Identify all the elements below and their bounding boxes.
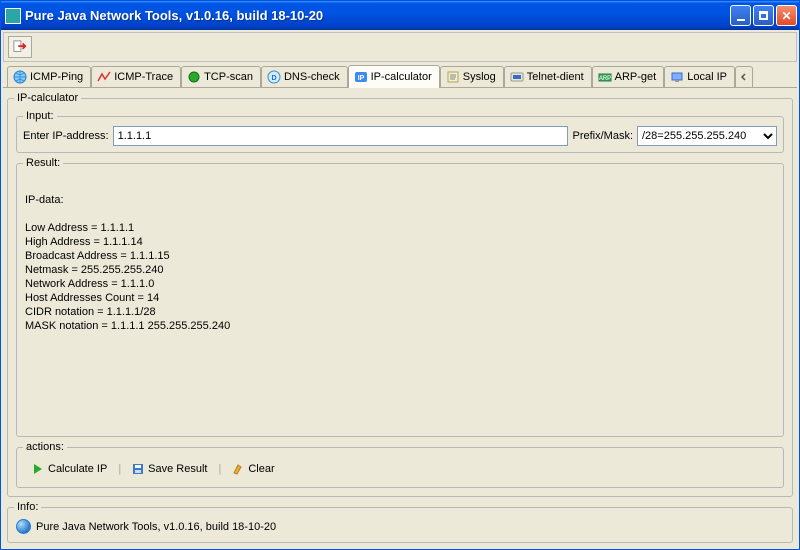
- app-icon: [5, 8, 21, 24]
- tab-label: ARP-get: [615, 71, 657, 83]
- exit-button[interactable]: [8, 36, 32, 58]
- tab-arp-get[interactable]: ARP ARP-get: [592, 66, 665, 87]
- tab-icmp-trace[interactable]: ICMP-Trace: [91, 66, 181, 87]
- panel-legend: IP-calculator: [14, 92, 81, 104]
- input-group: Input: Enter IP-address: Prefix/Mask: /2…: [16, 110, 784, 153]
- info-group: Info: Pure Java Network Tools, v1.0.16, …: [7, 501, 793, 543]
- info-legend: Info:: [14, 501, 41, 513]
- play-icon: [32, 463, 44, 475]
- tab-bar: ICMP-Ping ICMP-Trace TCP-scan D DNS-chec…: [3, 64, 797, 88]
- green-dot-icon: [187, 70, 201, 84]
- clear-icon: [232, 463, 244, 475]
- ip-address-input[interactable]: [113, 126, 569, 146]
- save-label: Save Result: [148, 463, 207, 475]
- mask-label: Prefix/Mask:: [572, 130, 633, 142]
- tab-local-ip[interactable]: Local IP: [664, 66, 735, 87]
- maximize-button[interactable]: [753, 5, 774, 26]
- globe-icon: [13, 70, 27, 84]
- toolbar: [3, 32, 797, 62]
- tab-label: Telnet-dient: [527, 71, 584, 83]
- close-button[interactable]: ✕: [776, 5, 797, 26]
- separator: |: [118, 463, 121, 475]
- separator: |: [218, 463, 221, 475]
- tab-overflow-button[interactable]: [735, 66, 753, 87]
- panel-area: IP-calculator Input: Enter IP-address: P…: [3, 88, 797, 547]
- window-title: Pure Java Network Tools, v1.0.16, build …: [25, 8, 730, 23]
- tab-label: Syslog: [463, 71, 496, 83]
- titlebar: Pure Java Network Tools, v1.0.16, build …: [1, 1, 799, 30]
- clear-button[interactable]: Clear: [225, 459, 281, 479]
- tab-ip-calculator[interactable]: IP IP-calculator: [348, 65, 440, 88]
- save-result-button[interactable]: Save Result: [125, 459, 214, 479]
- prefix-mask-select[interactable]: /28=255.255.255.240: [637, 126, 777, 146]
- tab-tcp-scan[interactable]: TCP-scan: [181, 66, 261, 87]
- tab-label: ICMP-Ping: [30, 71, 83, 83]
- tab-label: IP-calculator: [371, 71, 432, 83]
- ip-icon: IP: [354, 70, 368, 84]
- window-controls: ✕: [730, 5, 797, 26]
- dns-icon: D: [267, 70, 281, 84]
- client-area: ICMP-Ping ICMP-Trace TCP-scan D DNS-chec…: [1, 30, 799, 549]
- exit-icon: [13, 40, 27, 54]
- tab-syslog[interactable]: Syslog: [440, 66, 504, 87]
- tab-label: Local IP: [687, 71, 727, 83]
- chevron-left-icon: [739, 72, 749, 82]
- actions-group: actions: Calculate IP | Save Result | Cl…: [16, 441, 784, 488]
- globe-icon: [16, 519, 31, 534]
- tab-label: ICMP-Trace: [114, 71, 173, 83]
- trace-icon: [97, 70, 111, 84]
- svg-text:D: D: [271, 75, 276, 82]
- ip-calculator-panel: IP-calculator Input: Enter IP-address: P…: [7, 92, 793, 497]
- result-group: Result: IP-data: Low Address = 1.1.1.1 H…: [16, 157, 784, 437]
- tab-label: DNS-check: [284, 71, 340, 83]
- tab-telnet-client[interactable]: Telnet-dient: [504, 66, 592, 87]
- info-text: Pure Java Network Tools, v1.0.16, build …: [36, 521, 276, 533]
- tab-dns-check[interactable]: D DNS-check: [261, 66, 348, 87]
- result-legend: Result:: [23, 157, 63, 169]
- minimize-button[interactable]: [730, 5, 751, 26]
- calculate-label: Calculate IP: [48, 463, 107, 475]
- ip-label: Enter IP-address:: [23, 130, 109, 142]
- calculate-button[interactable]: Calculate IP: [25, 459, 114, 479]
- clear-label: Clear: [248, 463, 274, 475]
- svg-text:ARP: ARP: [598, 76, 610, 82]
- localip-icon: [670, 70, 684, 84]
- actions-legend: actions:: [23, 441, 67, 453]
- tab-icmp-ping[interactable]: ICMP-Ping: [7, 66, 91, 87]
- tab-label: TCP-scan: [204, 71, 253, 83]
- result-text: IP-data: Low Address = 1.1.1.1 High Addr…: [23, 173, 777, 430]
- save-icon: [132, 463, 144, 475]
- telnet-icon: [510, 70, 524, 84]
- input-legend: Input:: [23, 110, 57, 122]
- svg-text:IP: IP: [357, 75, 364, 82]
- arp-icon: ARP: [598, 70, 612, 84]
- syslog-icon: [446, 70, 460, 84]
